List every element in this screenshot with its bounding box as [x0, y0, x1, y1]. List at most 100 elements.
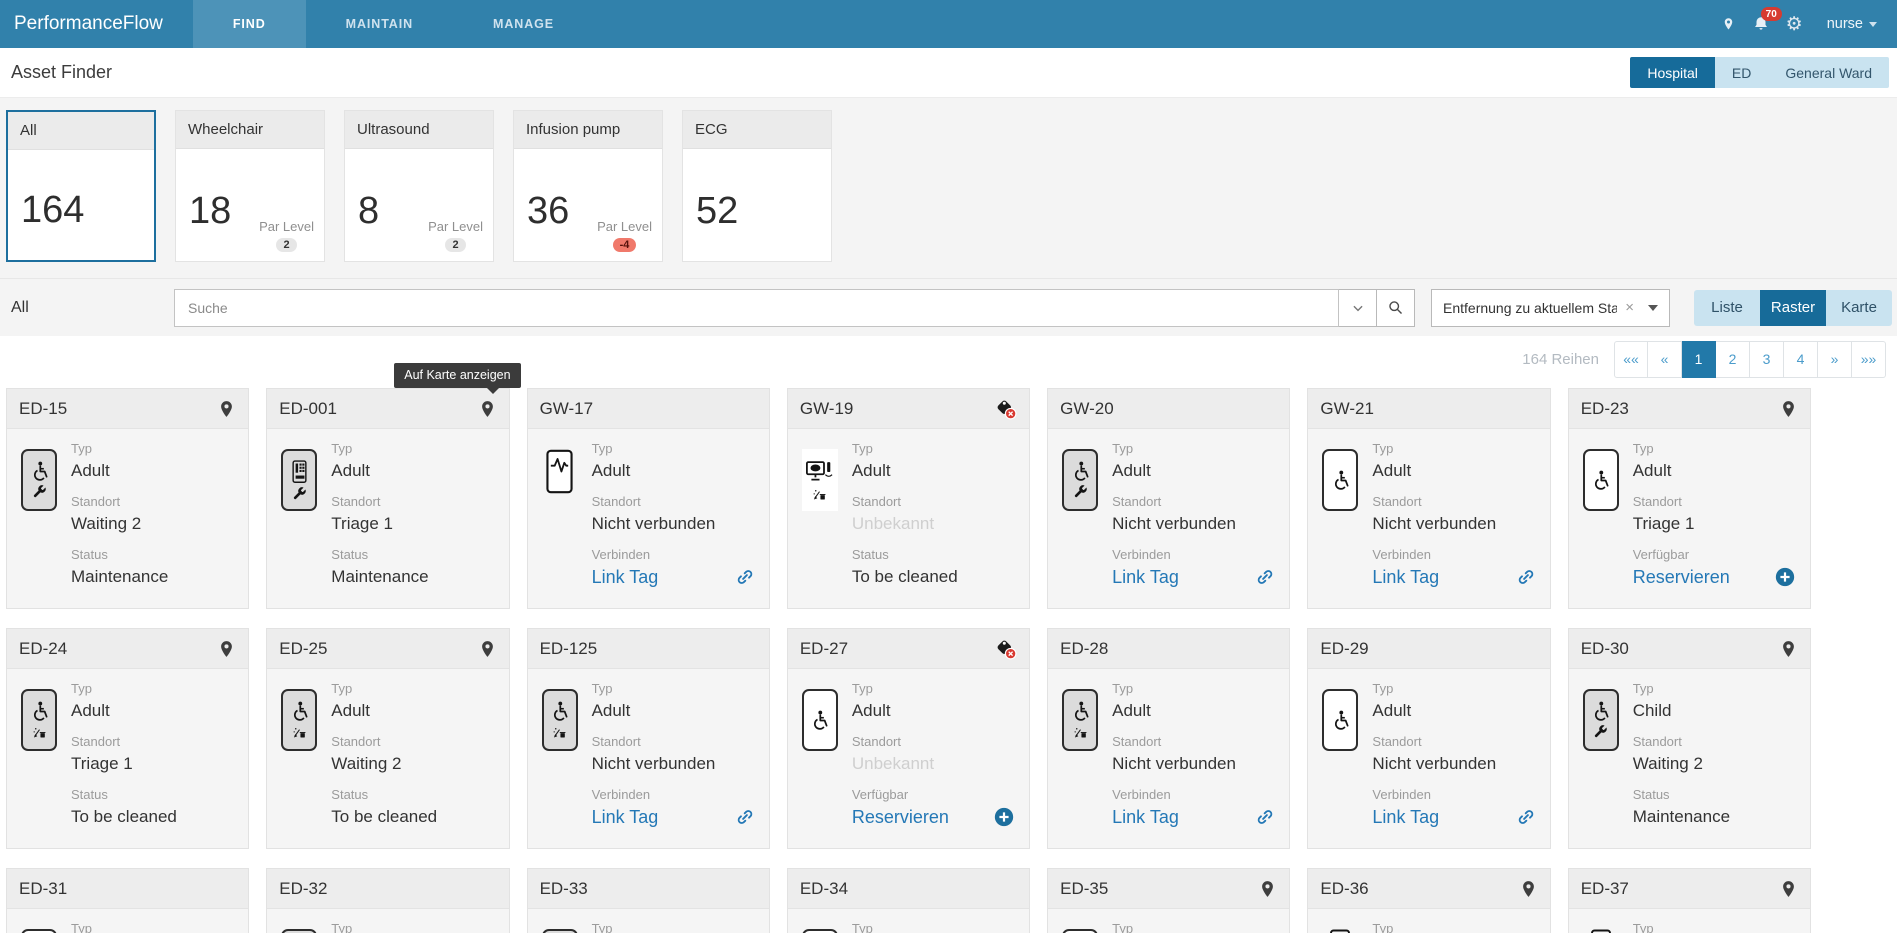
location-pin-icon[interactable]	[1721, 15, 1736, 34]
link-tag-action[interactable]: Link Tag	[1372, 806, 1439, 828]
location-pin-icon[interactable]	[1519, 878, 1538, 900]
page-button-1[interactable]: 1	[1682, 341, 1716, 378]
asset-card: ED-31TypChild	[6, 868, 249, 933]
nav-tab-find[interactable]: FIND	[193, 0, 306, 48]
link-tag-icon[interactable]	[1255, 567, 1275, 587]
asset-card-header: ED-001	[267, 389, 508, 429]
par-level: Par Level-4	[597, 219, 652, 252]
wheelchair-icon	[21, 929, 57, 933]
reserve-action[interactable]: Reservieren	[1633, 566, 1730, 588]
field-label: Standort	[1112, 494, 1275, 509]
scope-button-general-ward[interactable]: General Ward	[1768, 57, 1889, 88]
location-pin-icon[interactable]	[1779, 398, 1798, 420]
reserve-plus-icon[interactable]	[993, 806, 1015, 828]
asset-card-body: TypAdultStandortTriage 1StatusMaintenanc…	[267, 429, 508, 608]
field-label: Standort	[71, 494, 234, 509]
page-button-4[interactable]: 4	[1784, 341, 1818, 378]
filter-card-all[interactable]: All164	[6, 110, 156, 262]
search-button[interactable]	[1377, 289, 1415, 327]
scope-button-hospital[interactable]: Hospital	[1630, 57, 1715, 88]
par-level-badge: 2	[445, 238, 465, 252]
asset-fields: TypChild	[1372, 921, 1535, 933]
asset-card-header: GW-21	[1308, 389, 1549, 429]
location-pin-icon[interactable]	[1258, 878, 1277, 900]
link-tag-action[interactable]: Link Tag	[592, 806, 659, 828]
filter-card-count: 18	[189, 190, 231, 233]
view-button-raster[interactable]: Raster	[1760, 290, 1826, 326]
filter-card-ultrasound[interactable]: Ultrasound8Par Level2	[344, 110, 494, 262]
field-value: Adult	[331, 700, 494, 722]
link-tag-action[interactable]: Link Tag	[592, 566, 659, 588]
asset-card: ED-125TypAdultStandortNicht verbundenVer…	[527, 628, 770, 849]
asset-card-body: TypAdultStandortNicht verbundenVerbinden…	[1048, 669, 1289, 848]
link-tag-action[interactable]: Link Tag	[1112, 806, 1179, 828]
page-button-»[interactable]: »	[1818, 341, 1852, 378]
field-value: Adult	[852, 700, 1015, 722]
wheelchair-maintenance-icon	[1583, 689, 1619, 751]
equipment-icon-column	[281, 921, 331, 933]
asset-fields: TypAdultStandortNicht verbundenVerbinden…	[1372, 681, 1535, 840]
page-button-2[interactable]: 2	[1716, 341, 1750, 378]
field-group: TypAdult	[331, 441, 494, 482]
link-tag-icon[interactable]	[1516, 567, 1536, 587]
tag-disconnected-icon[interactable]	[995, 398, 1017, 420]
reserve-action[interactable]: Reservieren	[852, 806, 949, 828]
search-options-button[interactable]	[1339, 289, 1377, 327]
clear-sort-icon[interactable]: ×	[1625, 299, 1634, 316]
location-pin-icon[interactable]	[478, 638, 497, 660]
location-pin-icon[interactable]	[217, 398, 236, 420]
field-value: Waiting 2	[71, 513, 234, 535]
link-tag-icon[interactable]	[1255, 807, 1275, 827]
filter-card-ecg[interactable]: ECG52	[682, 110, 832, 262]
view-button-liste[interactable]: Liste	[1694, 290, 1760, 326]
wheelchair-cleaning-icon	[1062, 689, 1098, 751]
tag-disconnected-icon[interactable]	[995, 638, 1017, 660]
filter-card-infusion-pump[interactable]: Infusion pump36Par Level-4	[513, 110, 663, 262]
field-label: Typ	[1372, 681, 1535, 696]
sort-select[interactable]: Entfernung zu aktuellem Stand... ×	[1431, 289, 1670, 327]
asset-card-header: ED-29	[1308, 629, 1549, 669]
nav-tab-manage[interactable]: MANAGE	[453, 0, 594, 48]
user-menu[interactable]: nurse	[1827, 16, 1877, 32]
field-label: Status	[1633, 787, 1796, 802]
asset-card-body: TypAdultStandortTriage 1VerfügbarReservi…	[1569, 429, 1810, 608]
field-group: StandortNicht verbunden	[592, 494, 755, 535]
gear-icon[interactable]: ⚙	[1786, 13, 1803, 36]
link-tag-icon[interactable]	[735, 567, 755, 587]
reserve-plus-icon[interactable]	[1774, 566, 1796, 588]
page-button-»»[interactable]: »»	[1852, 341, 1886, 378]
page-button-3[interactable]: 3	[1750, 341, 1784, 378]
field-label: Verbinden	[592, 547, 755, 562]
bell-icon[interactable]: 70	[1752, 15, 1770, 33]
field-label: Typ	[1633, 921, 1796, 933]
filter-card-count: 52	[696, 190, 738, 233]
scope-button-ed[interactable]: ED	[1715, 57, 1768, 88]
page-button-«[interactable]: «	[1648, 341, 1682, 378]
view-button-karte[interactable]: Karte	[1826, 290, 1892, 326]
location-pin-icon[interactable]	[1779, 638, 1798, 660]
nav-tab-maintain[interactable]: MAINTAIN	[306, 0, 453, 48]
par-level-label: Par Level	[428, 219, 483, 234]
location-pin-icon[interactable]	[217, 638, 236, 660]
location-pin-icon[interactable]	[1779, 878, 1798, 900]
asset-fields: TypAdultStandortUnbekanntStatusTo be cle…	[852, 441, 1015, 600]
page-button-««[interactable]: ««	[1614, 341, 1648, 378]
page-title: Asset Finder	[11, 62, 112, 83]
field-group: StandortTriage 1	[1633, 494, 1796, 535]
field-value: Nicht verbunden	[1112, 753, 1275, 775]
filter-card-wheelchair[interactable]: Wheelchair18Par Level2	[175, 110, 325, 262]
link-tag-action[interactable]: Link Tag	[1372, 566, 1439, 588]
asset-card: ED-36TypChild	[1307, 868, 1550, 933]
wheelchair-icon	[802, 689, 838, 751]
field-value: Nicht verbunden	[1112, 513, 1275, 535]
location-pin-icon[interactable]	[478, 398, 497, 420]
link-tag-icon[interactable]	[1516, 807, 1536, 827]
wheelchair-maintenance-icon	[1062, 449, 1098, 511]
link-tag-icon[interactable]	[735, 807, 755, 827]
asset-id: ED-125	[540, 639, 598, 659]
equipment-icon-column	[281, 681, 331, 840]
search-input[interactable]	[174, 289, 1339, 327]
equipment-icon-column	[1062, 681, 1112, 840]
asset-card-body: TypAdultStandortNicht verbundenVerbinden…	[528, 429, 769, 608]
link-tag-action[interactable]: Link Tag	[1112, 566, 1179, 588]
